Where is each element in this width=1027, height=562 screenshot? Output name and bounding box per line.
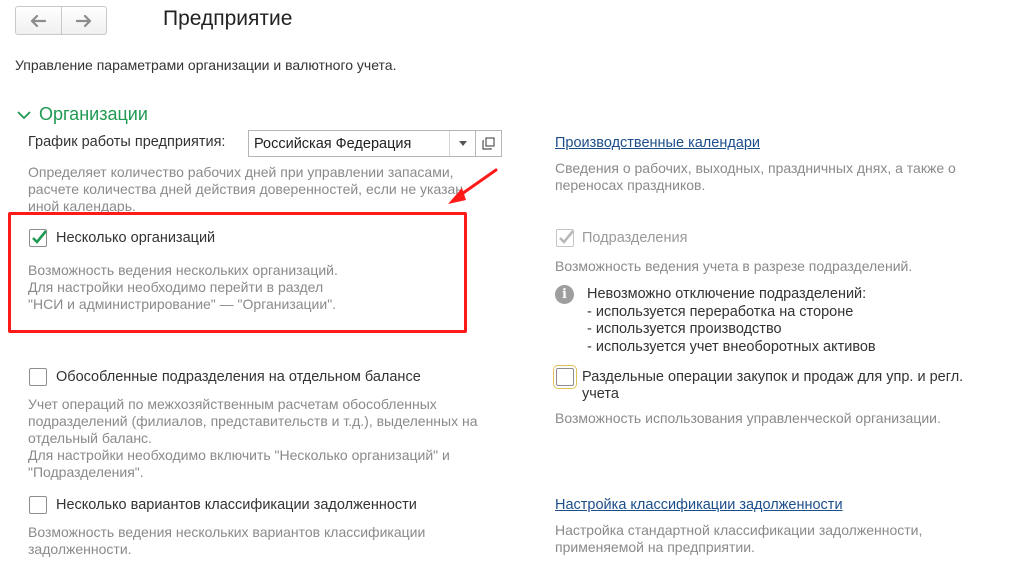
debt-classification-desc-line: Возможность ведения нескольких вариантов… — [28, 524, 426, 540]
back-button[interactable] — [16, 7, 61, 34]
chevron-down-icon — [17, 110, 31, 119]
schedule-select-value: Российская Федерация — [254, 135, 412, 152]
split-operations-desc-line: Возможность использования управленческой… — [555, 410, 941, 426]
split-operations-label[interactable]: Раздельные операции закупок и продаж для… — [582, 369, 963, 403]
arrow-right-icon — [75, 14, 91, 27]
annotation-arrow-icon — [448, 168, 498, 204]
page-subtitle: Управление параметрами организации и вал… — [15, 57, 397, 73]
subdivisions-checkbox[interactable] — [556, 229, 574, 247]
debt-classification-checkbox[interactable] — [29, 496, 47, 514]
nav-buttons — [15, 6, 107, 35]
calendars-description: Сведения о рабочих, выходных, праздничны… — [555, 160, 956, 194]
calendars-desc-line: переносах праздников. — [555, 177, 706, 193]
split-operations-checkbox[interactable] — [553, 365, 577, 389]
info-line: Невозможно отключение подразделений: — [587, 286, 867, 302]
open-button[interactable] — [475, 130, 502, 157]
info-line: - используется производство — [587, 321, 782, 337]
subdivisions-description: Возможность ведения учета в разрезе подр… — [555, 258, 912, 275]
triangle-down-icon — [458, 141, 467, 146]
separate-units-desc-line: отдельный баланс. — [28, 430, 152, 446]
info-icon: i — [555, 285, 574, 304]
subdivisions-desc-line: Возможность ведения учета в разрезе подр… — [555, 258, 913, 274]
split-operations-label-line: Раздельные операции закупок и продаж для… — [582, 369, 964, 385]
checkmark-icon — [559, 230, 574, 244]
separate-units-description: Учет операций по межхозяйственным расчет… — [28, 396, 478, 481]
debt-classification-description: Возможность ведения нескольких вариантов… — [28, 524, 425, 558]
schedule-desc-line: расчете количества дней действия доверен… — [28, 181, 464, 197]
subdivisions-info: Невозможно отключение подразделений: - и… — [587, 286, 876, 356]
schedule-select[interactable]: Российская Федерация — [248, 130, 476, 157]
production-calendars-link[interactable]: Производственные календари — [555, 135, 760, 151]
annotation-highlight-box — [8, 212, 467, 333]
schedule-desc-line: Определяет количество рабочих дней при у… — [28, 164, 454, 180]
debt-settings-desc-line: Настройка стандартной классификации задо… — [555, 522, 923, 538]
separate-units-desc-line: Учет операций по межхозяйственным расчет… — [28, 396, 437, 412]
separate-units-checkbox[interactable] — [29, 368, 47, 386]
split-operations-description: Возможность использования управленческой… — [555, 410, 941, 427]
debt-settings-desc-line: применяемой на предприятии. — [555, 539, 755, 555]
section-title: Организации — [39, 104, 148, 124]
dropdown-button[interactable] — [449, 131, 475, 156]
split-operations-label-line: учета — [582, 386, 619, 402]
separate-units-label[interactable]: Обособленные подразделения на отдельном … — [56, 369, 421, 385]
debt-classification-label[interactable]: Несколько вариантов классификации задолж… — [56, 497, 417, 513]
info-line: - используется учет внеоборотных активов — [587, 338, 876, 355]
schedule-label: График работы предприятия: — [28, 134, 226, 150]
enterprise-settings-page: Предприятие Управление параметрами орган… — [0, 0, 1027, 562]
separate-units-desc-line: "Подразделения". — [28, 464, 144, 480]
open-window-icon — [482, 137, 495, 150]
debt-classification-settings-link[interactable]: Настройка классификации задолженности — [555, 497, 843, 513]
subdivisions-label: Подразделения — [582, 230, 688, 246]
calendars-desc-line: Сведения о рабочих, выходных, праздничны… — [555, 160, 956, 176]
separate-units-desc-line: Для настройки необходимо включить "Неско… — [28, 447, 450, 463]
schedule-description: Определяет количество рабочих дней при у… — [28, 164, 463, 215]
section-header-organizations[interactable]: Организации — [17, 104, 148, 125]
forward-button[interactable] — [60, 7, 107, 34]
arrow-left-icon — [31, 14, 47, 27]
info-line: - используется переработка на стороне — [587, 303, 854, 320]
separate-units-desc-line: подразделений (филиалов, представительст… — [28, 413, 478, 429]
debt-classification-desc-line: задолженности. — [28, 541, 132, 557]
debt-settings-description: Настройка стандартной классификации задо… — [555, 522, 922, 556]
page-title: Предприятие — [163, 7, 293, 30]
